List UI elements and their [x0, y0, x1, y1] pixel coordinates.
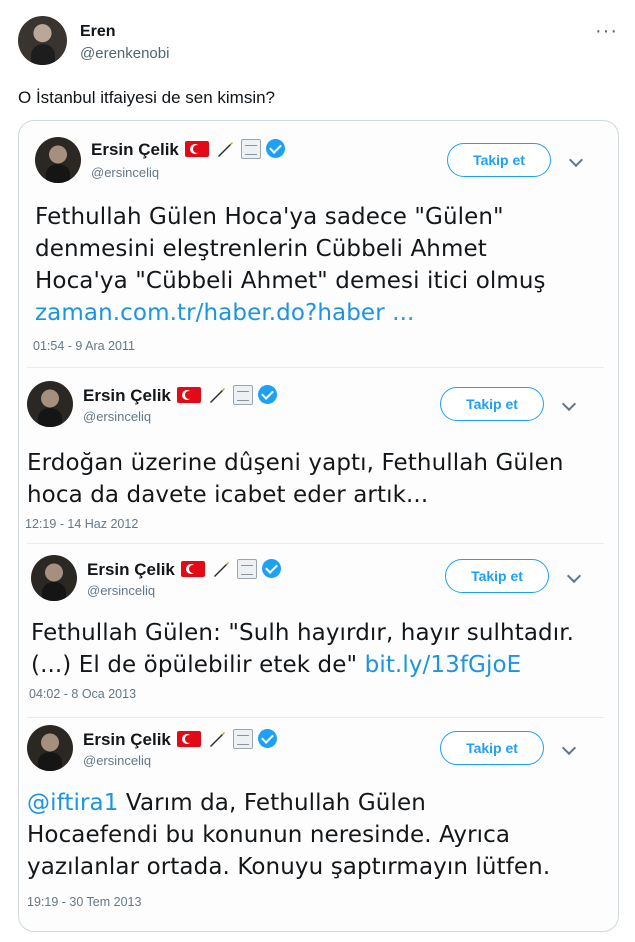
embedded-author-handle: @ersinceliq	[83, 409, 152, 424]
embedded-avatar	[31, 555, 77, 601]
embedded-tweet: Ersin Çelik @ersinceliq Takip et @iftira…	[19, 719, 618, 931]
embedded-author-handle: @ersinceliq	[91, 165, 160, 180]
embedded-author-handle: @ersinceliq	[83, 753, 152, 768]
embedded-author-name: Ersin Çelik	[91, 140, 179, 159]
embedded-author-name: Ersin Çelik	[83, 386, 171, 405]
notepad-icon	[236, 559, 257, 579]
embedded-author-name-row: Ersin Çelik	[91, 139, 285, 160]
chevron-down-icon[interactable]	[561, 396, 577, 412]
embedded-author-name: Ersin Çelik	[87, 560, 175, 579]
author-name[interactable]: Eren	[80, 23, 116, 41]
follow-button[interactable]: Takip et	[447, 143, 551, 177]
post-header: Eren @erenkenobi ···	[18, 16, 618, 72]
embedded-tweet: Ersin Çelik @ersinceliq Takip et Fethull…	[19, 121, 618, 367]
embedded-tweet: Ersin Çelik @ersinceliq Takip et Fethull…	[19, 545, 618, 719]
embedded-mention-link[interactable]: @iftira1	[27, 790, 118, 816]
author-handle[interactable]: @erenkenobi	[80, 45, 169, 62]
notepad-icon	[232, 729, 253, 749]
follow-button[interactable]: Takip et	[440, 387, 544, 421]
follow-button[interactable]: Takip et	[440, 731, 544, 765]
embedded-timestamp[interactable]: 12:19 - 14 Haz 2012	[25, 517, 138, 531]
turkish-flag-icon	[176, 387, 201, 403]
embedded-author-name-row: Ersin Çelik	[83, 729, 277, 750]
more-horizontal-icon[interactable]: ···	[595, 21, 618, 41]
embedded-tweet: Ersin Çelik @ersinceliq Takip et Erdoğan…	[19, 369, 618, 543]
verified-badge-icon	[257, 385, 277, 404]
embedded-tweet-text: @iftira1 Varım da, Fethullah Gülen Hocae…	[27, 790, 551, 880]
fountain-pen-icon	[213, 562, 229, 577]
embedded-tweet-text: Fethullah Gülen: "Sulh hayırdır, hayır s…	[31, 620, 575, 678]
embedded-tweet-text: Fethullah Gülen Hoca'ya sadece "Gülen" d…	[35, 201, 546, 329]
turkish-flag-icon	[180, 561, 205, 577]
fountain-pen-icon	[209, 388, 225, 403]
turkish-flag-icon	[176, 731, 201, 747]
post-text: O İstanbul itfaiyesi de sen kimsin?	[18, 88, 276, 107]
embedded-avatar	[27, 725, 73, 771]
verified-badge-icon	[257, 729, 277, 748]
post-image[interactable]: Ersin Çelik @ersinceliq Takip et Fethull…	[18, 120, 619, 932]
embedded-timestamp[interactable]: 19:19 - 30 Tem 2013	[27, 895, 141, 909]
author-avatar[interactable]	[18, 16, 67, 65]
divider	[27, 717, 604, 718]
chevron-down-icon[interactable]	[561, 740, 577, 756]
follow-button[interactable]: Takip et	[445, 559, 549, 593]
verified-badge-icon	[261, 559, 281, 578]
divider	[27, 367, 604, 368]
fountain-pen-icon	[209, 732, 225, 747]
turkish-flag-icon	[184, 141, 209, 157]
embedded-avatar	[35, 137, 81, 183]
embedded-link[interactable]: bit.ly/13fGjoE	[365, 652, 522, 678]
notepad-icon	[240, 139, 261, 159]
embedded-timestamp[interactable]: 04:02 - 8 Oca 2013	[29, 687, 136, 701]
embedded-link[interactable]: zaman.com.tr/haber.do?haber ...	[35, 297, 546, 329]
embedded-author-name: Ersin Çelik	[83, 730, 171, 749]
divider	[27, 543, 604, 544]
embedded-tweet-text: Erdoğan üzerine dûşeni yaptı, Fethullah …	[27, 450, 564, 508]
embedded-author-name-row: Ersin Çelik	[87, 559, 281, 580]
embedded-avatar	[27, 381, 73, 427]
verified-badge-icon	[265, 139, 285, 158]
embedded-timestamp[interactable]: 01:54 - 9 Ara 2011	[33, 339, 135, 353]
embedded-author-name-row: Ersin Çelik	[83, 385, 277, 406]
chevron-down-icon[interactable]	[568, 152, 584, 168]
embedded-author-handle: @ersinceliq	[87, 583, 156, 598]
chevron-down-icon[interactable]	[566, 568, 582, 584]
notepad-icon	[232, 385, 253, 405]
fountain-pen-icon	[217, 142, 233, 157]
